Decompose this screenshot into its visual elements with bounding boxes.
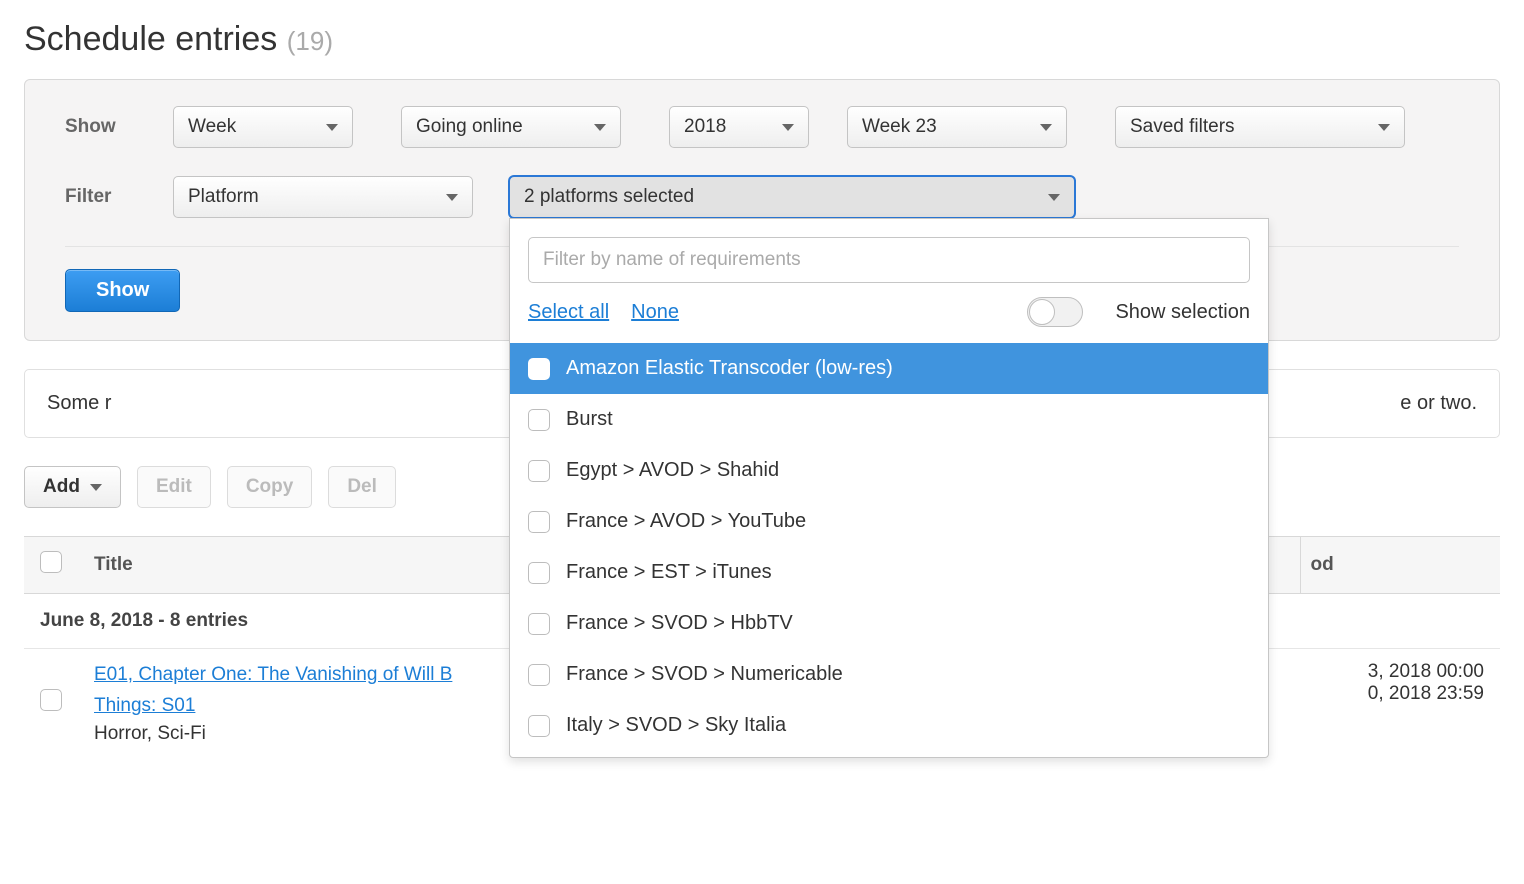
platform-option-label: Burst [566,408,613,431]
checkbox-icon[interactable] [528,511,550,533]
platform-option-label: France > SVOD > Numericable [566,663,843,686]
filter-row: Filter Platform 2 platforms selected Sel… [65,176,1459,218]
checkbox-icon[interactable] [528,664,550,686]
status-select[interactable]: Going online [401,106,621,148]
caret-icon [90,484,102,491]
platform-option[interactable]: Burst [510,394,1268,445]
platforms-search-input[interactable] [528,237,1250,283]
page-title-count: (19) [287,26,333,56]
year-select[interactable]: 2018 [669,106,809,148]
view-select-value: Week [188,116,236,138]
show-selection-label: Show selection [1115,301,1250,324]
week-select[interactable]: Week 23 [847,106,1067,148]
platform-option-label: France > SVOD > HbbTV [566,612,793,635]
page-title: Schedule entries (19) [24,20,1500,59]
platform-option[interactable]: France > AVOD > YouTube [510,496,1268,547]
caret-icon [446,194,458,201]
select-all-checkbox[interactable] [40,551,62,573]
edit-button[interactable]: Edit [137,466,211,508]
select-all-header [24,537,78,594]
caret-icon [326,124,338,131]
period-column-header[interactable]: od [1300,537,1500,594]
platforms-select-value: 2 platforms selected [524,186,694,208]
period-to: 0, 2018 23:59 [1316,683,1484,705]
checkbox-icon[interactable] [528,562,550,584]
caret-icon [594,124,606,131]
checkbox-icon[interactable] [528,409,550,431]
caret-icon [1040,124,1052,131]
platform-option[interactable]: France > EST > iTunes [510,547,1268,598]
platform-option-label: France > AVOD > YouTube [566,510,806,533]
delete-button[interactable]: Del [328,466,396,508]
row-checkbox[interactable] [40,689,62,711]
year-select-value: 2018 [684,116,726,138]
saved-filters-value: Saved filters [1130,116,1235,138]
page-title-text: Schedule entries [24,20,277,58]
platform-option[interactable]: Amazon Elastic Transcoder (low-res) [510,343,1268,394]
filter-by-value: Platform [188,186,259,208]
caret-icon [1378,124,1390,131]
checkbox-icon[interactable] [528,460,550,482]
period-from: 3, 2018 00:00 [1316,661,1484,683]
show-row: Show Week Going online 2018 Week 23 Save… [65,106,1459,148]
checkbox-icon[interactable] [528,715,550,737]
caret-icon [782,124,794,131]
platforms-select[interactable]: 2 platforms selected [509,176,1075,218]
entry-subtitle-link[interactable]: Things: S01 [94,695,195,716]
saved-filters-select[interactable]: Saved filters [1115,106,1405,148]
platform-option[interactable]: France > SVOD > Numericable [510,649,1268,700]
platform-option-label: Egypt > AVOD > Shahid [566,459,779,482]
platforms-option-list: Amazon Elastic Transcoder (low-res) Burs… [510,343,1268,751]
show-selection-toggle[interactable] [1027,297,1083,327]
platform-option[interactable]: Italy > SVOD > Sky Italia [510,700,1268,751]
platform-option[interactable]: Egypt > AVOD > Shahid [510,445,1268,496]
platforms-dropdown: Select all None Show selection Amazon El… [509,218,1269,758]
select-all-link[interactable]: Select all [528,301,609,324]
filter-by-select[interactable]: Platform [173,176,473,218]
add-button[interactable]: Add [24,466,121,508]
platform-option-label: Italy > SVOD > Sky Italia [566,714,786,737]
platform-option[interactable]: France > SVOD > HbbTV [510,598,1268,649]
caret-icon [1048,194,1060,201]
checkbox-icon[interactable] [528,613,550,635]
show-button[interactable]: Show [65,269,180,312]
platform-option-label: France > EST > iTunes [566,561,772,584]
checkbox-icon[interactable] [528,358,550,380]
status-select-value: Going online [416,116,523,138]
copy-button[interactable]: Copy [227,466,313,508]
view-select[interactable]: Week [173,106,353,148]
filter-label: Filter [65,186,155,208]
platform-option-label: Amazon Elastic Transcoder (low-res) [566,357,893,380]
show-label: Show [65,116,155,138]
select-none-link[interactable]: None [631,301,679,324]
filter-panel: Show Week Going online 2018 Week 23 Save… [24,79,1500,341]
week-select-value: Week 23 [862,116,937,138]
